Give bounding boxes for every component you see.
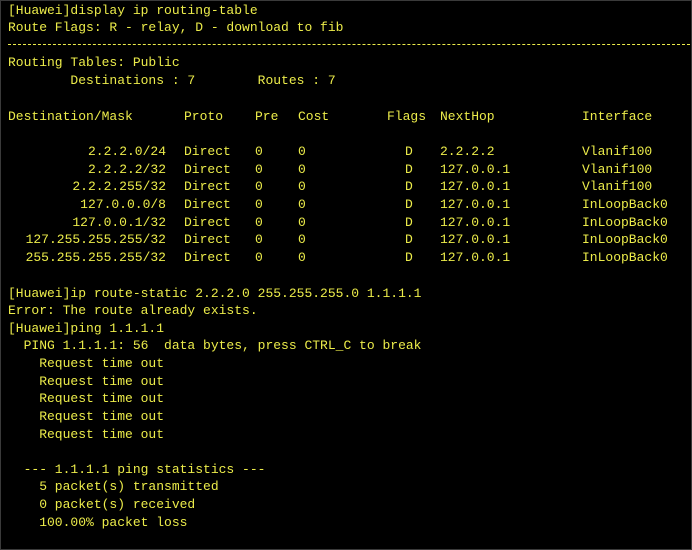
packets-received: 0 packet(s) received bbox=[8, 497, 196, 512]
route-cost: 0 bbox=[298, 144, 306, 159]
route-interface: Vlanif100 bbox=[582, 144, 653, 159]
route-proto: Direct bbox=[184, 215, 231, 230]
header-pre: Pre bbox=[255, 109, 279, 124]
route-destination: 127.0.0.0/8 bbox=[80, 197, 166, 212]
ping-statistics-title: --- 1.1.1.1 ping statistics --- bbox=[8, 462, 266, 477]
route-pre: 0 bbox=[255, 250, 263, 265]
route-destination: 255.255.255.255/32 bbox=[25, 250, 166, 265]
packet-loss: 100.00% packet loss bbox=[8, 515, 188, 530]
ping-reply-line: Request time out bbox=[8, 391, 165, 406]
route-nexthop: 127.0.0.1 bbox=[440, 215, 511, 230]
command-line-route-static: [Huawei]ip route-static 2.2.2.0 255.255.… bbox=[8, 286, 422, 301]
separator-line bbox=[8, 44, 690, 45]
route-pre: 0 bbox=[255, 144, 263, 159]
header-flags: Flags bbox=[387, 109, 427, 124]
header-cost: Cost bbox=[298, 109, 330, 124]
route-cost: 0 bbox=[298, 197, 306, 212]
header-destination: Destination/Mask bbox=[8, 109, 133, 124]
route-interface: Vlanif100 bbox=[582, 162, 653, 177]
route-interface: InLoopBack0 bbox=[582, 197, 668, 212]
route-nexthop: 127.0.0.1 bbox=[440, 179, 511, 194]
route-proto: Direct bbox=[184, 162, 231, 177]
command-line-display: [Huawei]display ip routing-table bbox=[8, 3, 258, 18]
route-flags-legend: Route Flags: R - relay, D - download to … bbox=[8, 20, 344, 35]
header-nexthop: NextHop bbox=[440, 109, 495, 124]
route-flags: D bbox=[405, 250, 413, 265]
route-destination: 2.2.2.255/32 bbox=[72, 179, 166, 194]
route-pre: 0 bbox=[255, 232, 263, 247]
terminal-window[interactable]: [Huawei]display ip routing-table Route F… bbox=[0, 0, 692, 550]
route-nexthop: 127.0.0.1 bbox=[440, 232, 511, 247]
route-cost: 0 bbox=[298, 232, 306, 247]
route-proto: Direct bbox=[184, 232, 231, 247]
route-pre: 0 bbox=[255, 215, 263, 230]
route-cost: 0 bbox=[298, 179, 306, 194]
route-cost: 0 bbox=[298, 250, 306, 265]
route-flags: D bbox=[405, 144, 413, 159]
command-line-ping: [Huawei]ping 1.1.1.1 bbox=[8, 321, 165, 336]
route-proto: Direct bbox=[184, 144, 231, 159]
route-cost: 0 bbox=[298, 215, 306, 230]
ping-header: PING 1.1.1.1: 56 data bytes, press CTRL_… bbox=[8, 338, 422, 353]
route-flags: D bbox=[405, 232, 413, 247]
route-pre: 0 bbox=[255, 197, 263, 212]
route-destination: 127.255.255.255/32 bbox=[25, 232, 166, 247]
error-message: Error: The route already exists. bbox=[8, 303, 258, 318]
header-interface: Interface bbox=[582, 109, 653, 124]
header-proto: Proto bbox=[184, 109, 224, 124]
route-interface: InLoopBack0 bbox=[582, 215, 668, 230]
route-nexthop: 127.0.0.1 bbox=[440, 197, 511, 212]
ping-reply-line: Request time out bbox=[8, 356, 165, 371]
route-proto: Direct bbox=[184, 250, 231, 265]
route-nexthop: 127.0.0.1 bbox=[440, 250, 511, 265]
ping-reply-line: Request time out bbox=[8, 427, 165, 442]
route-destination: 2.2.2.0/24 bbox=[87, 144, 166, 159]
route-interface: Vlanif100 bbox=[582, 179, 653, 194]
route-destination: 127.0.0.1/32 bbox=[72, 215, 166, 230]
routing-tables-title: Routing Tables: Public bbox=[8, 55, 180, 70]
route-pre: 0 bbox=[255, 162, 263, 177]
route-nexthop: 2.2.2.2 bbox=[440, 144, 495, 159]
ping-reply-line: Request time out bbox=[8, 374, 165, 389]
packets-transmitted: 5 packet(s) transmitted bbox=[8, 479, 219, 494]
route-flags: D bbox=[405, 197, 413, 212]
route-interface: InLoopBack0 bbox=[582, 250, 668, 265]
route-nexthop: 127.0.0.1 bbox=[440, 162, 511, 177]
route-flags: D bbox=[405, 179, 413, 194]
ping-reply-line: Request time out bbox=[8, 409, 165, 424]
route-interface: InLoopBack0 bbox=[582, 232, 668, 247]
route-proto: Direct bbox=[184, 179, 231, 194]
route-cost: 0 bbox=[298, 162, 306, 177]
route-destination: 2.2.2.2/32 bbox=[87, 162, 166, 177]
route-flags: D bbox=[405, 215, 413, 230]
route-pre: 0 bbox=[255, 179, 263, 194]
destinations-routes-summary: Destinations : 7 Routes : 7 bbox=[8, 73, 336, 88]
route-proto: Direct bbox=[184, 197, 231, 212]
route-flags: D bbox=[405, 162, 413, 177]
